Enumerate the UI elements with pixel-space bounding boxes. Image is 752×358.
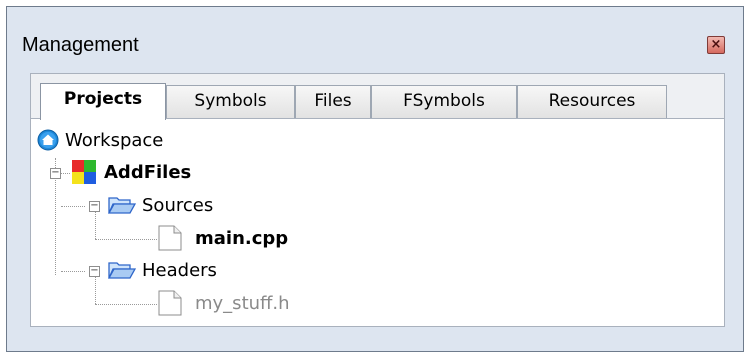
workspace-icon: [37, 129, 59, 155]
tree-item-project[interactable]: AddFiles: [104, 162, 191, 183]
tab-projects[interactable]: Projects: [40, 83, 166, 120]
project-icon: [72, 160, 96, 188]
tree-connector: [95, 212, 96, 239]
tree-connector: [61, 173, 70, 174]
file-icon: [158, 290, 182, 320]
tree-connector: [95, 239, 157, 240]
tree-item-workspace[interactable]: Workspace: [65, 130, 163, 151]
panel-title: Management: [22, 34, 139, 56]
tab-resources[interactable]: Resources: [517, 85, 667, 118]
tree-item-file[interactable]: main.cpp: [195, 228, 288, 249]
folder-open-icon: [107, 260, 137, 284]
tree-connector: [61, 206, 85, 207]
tree-connector: [95, 304, 157, 305]
tab-fsymbols[interactable]: FSymbols: [371, 85, 517, 118]
tree-item-file[interactable]: my_stuff.h: [195, 293, 290, 314]
tree-item-folder[interactable]: Sources: [142, 195, 213, 216]
file-icon: [158, 225, 182, 255]
close-icon[interactable]: ×: [707, 36, 725, 54]
tab-symbols[interactable]: Symbols: [166, 85, 295, 118]
tree-item-folder[interactable]: Headers: [142, 260, 217, 281]
tree-connector: [55, 178, 56, 275]
collapse-icon[interactable]: −: [89, 266, 100, 277]
tree-connector: [61, 271, 85, 272]
folder-open-icon: [107, 195, 137, 219]
collapse-icon[interactable]: −: [89, 201, 100, 212]
tab-files[interactable]: Files: [295, 85, 371, 118]
tree-connector: [95, 277, 96, 304]
collapse-icon[interactable]: −: [50, 168, 61, 179]
